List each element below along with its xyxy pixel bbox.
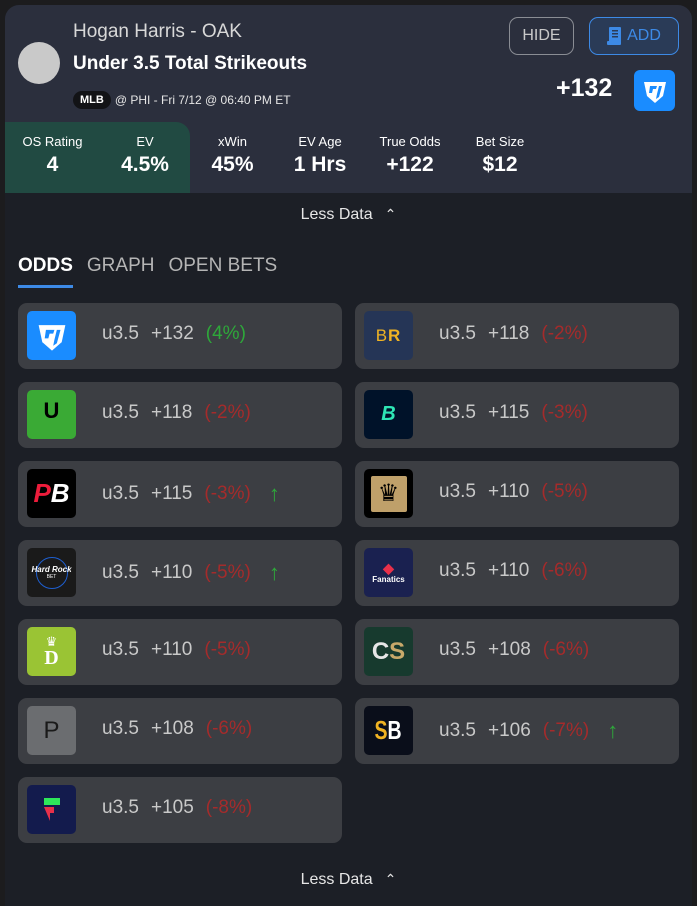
odds-row[interactable]: B u3.5 +115 (-3%) [355, 382, 679, 448]
player-avatar [18, 42, 60, 84]
odds-row[interactable]: ♛ D u3.5 +110 (-5%) [18, 619, 342, 685]
fanduel-logo [634, 70, 675, 111]
caesars-logo: CS [364, 627, 413, 676]
unibet-logo: U [27, 390, 76, 439]
fliff-logo [27, 785, 76, 834]
stat-os-rating: OS Rating 4 [22, 134, 83, 176]
pinnacle-logo: P [27, 706, 76, 755]
add-label: ADD [627, 27, 661, 44]
odds-row[interactable]: CS u3.5 +108 (-6%) [355, 619, 679, 685]
hardrock-logo: Hard Rock BET [27, 548, 76, 597]
stat-ev-age: EV Age 1 Hrs [293, 134, 347, 176]
odds-row[interactable]: Hard Rock BET u3.5 +110 (-5%) ↑ [18, 540, 342, 606]
market-title: Under 3.5 Total Strikeouts [73, 53, 308, 74]
odds-row[interactable]: u3.5 +105 (-8%) [18, 777, 342, 843]
player-name: Hogan Harris - OAK [73, 21, 242, 42]
odds-row[interactable]: u3.5 +132 (4%) [18, 303, 342, 369]
tab-bar: ODDS GRAPH OPEN BETS [18, 255, 277, 288]
odds-row[interactable]: ◆ Fanatics u3.5 +110 (-6%) [355, 540, 679, 606]
odds-row[interactable]: P u3.5 +108 (-6%) [18, 698, 342, 764]
tab-graph[interactable]: GRAPH [87, 255, 155, 288]
odds-row[interactable]: PB u3.5 +115 (-3%) ↑ [18, 461, 342, 527]
betslip-icon [607, 27, 622, 45]
add-button[interactable]: ADD [589, 17, 679, 55]
stat-ev: EV 4.5% [121, 134, 169, 176]
stat-bet-size: Bet Size $12 [475, 134, 525, 176]
odds-row[interactable]: SB u3.5 +106 (-7%) ↑ [355, 698, 679, 764]
chevron-up-icon: ⌃ [384, 206, 397, 222]
superbook-logo: SB [364, 706, 413, 755]
tab-odds[interactable]: ODDS [18, 255, 73, 288]
arrow-up-icon: ↑ [607, 718, 619, 743]
game-info: @ PHI - Fri 7/12 @ 06:40 PM ET [114, 93, 291, 107]
league-badge: MLB [73, 91, 111, 109]
odds-row[interactable]: U u3.5 +118 (-2%) [18, 382, 342, 448]
less-data-toggle-bottom[interactable]: Less Data ⌃ [5, 871, 692, 889]
odds-row[interactable]: BR u3.5 +118 (-2%) [355, 303, 679, 369]
betrivers-logo: BR [364, 311, 413, 360]
espnbet-logo: B [364, 390, 413, 439]
arrow-up-icon: ↑ [268, 481, 280, 506]
betmgm-logo: ♛ [364, 469, 413, 518]
bet-card: Hogan Harris - OAK Under 3.5 Total Strik… [5, 5, 692, 906]
hide-button[interactable]: HIDE [509, 17, 574, 55]
game-meta: MLB @ PHI - Fri 7/12 @ 06:40 PM ET [73, 91, 291, 109]
odds-row[interactable]: ♛ u3.5 +110 (-5%) [355, 461, 679, 527]
fanduel-logo [27, 311, 76, 360]
pointsbet-logo: PB [27, 469, 76, 518]
chevron-up-icon: ⌃ [384, 871, 397, 887]
stat-true-odds: True Odds +122 [379, 134, 441, 176]
less-data-toggle-top[interactable]: Less Data ⌃ [5, 206, 692, 224]
best-odds: +132 [556, 74, 613, 102]
draftkings-logo: ♛ D [27, 627, 76, 676]
fanatics-logo: ◆ Fanatics [364, 548, 413, 597]
tab-open-bets[interactable]: OPEN BETS [168, 255, 277, 288]
arrow-up-icon: ↑ [268, 560, 280, 585]
stat-xwin: xWin 45% [211, 134, 254, 176]
stats-bar: OS Rating 4 EV 4.5% xWin 45% EV Age 1 Hrs Tr… [5, 122, 545, 193]
